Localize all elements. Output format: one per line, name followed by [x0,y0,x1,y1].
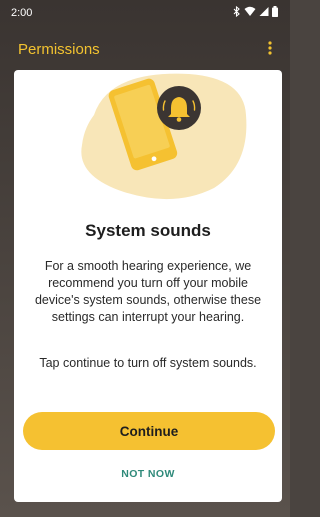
app-bar: Permissions [0,30,290,70]
dialog-instruction: Tap continue to turn off system sounds. [39,356,257,370]
wifi-icon [244,6,256,17]
dialog-description: For a smooth hearing experience, we reco… [34,259,262,324]
not-now-button[interactable]: NOT NOW [98,463,198,485]
overflow-menu-icon [268,40,272,60]
status-icons [232,6,278,17]
bell-icon [157,86,201,130]
dialog-title: System sounds [85,221,211,240]
bluetooth-icon [232,6,241,17]
continue-button[interactable]: Continue [23,412,275,450]
permission-dialog: System sounds For a smooth hearing exper… [14,70,282,502]
status-time: 2:00 [11,7,33,19]
illustration [14,70,282,200]
overflow-menu-button[interactable] [258,38,282,62]
status-bar: 2:00 [0,0,290,26]
battery-icon [272,6,278,17]
page-title: Permissions [18,41,100,58]
signal-icon [259,6,269,17]
